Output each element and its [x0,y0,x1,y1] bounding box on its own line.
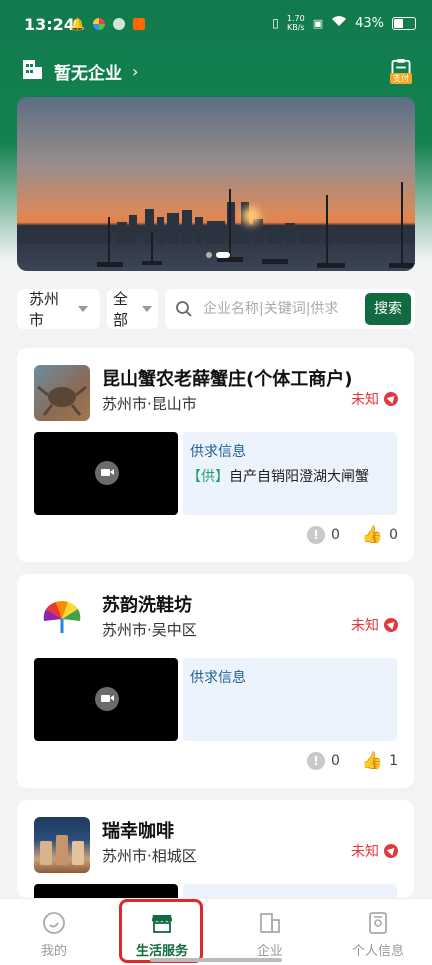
city-select-value: 苏州市 [29,290,60,329]
alert-icon[interactable]: ! [306,526,325,544]
building-icon [22,58,44,84]
company-name: 昆山蟹农老薛蟹庄(个体工商户) [102,369,353,390]
nav-label: 我的 [40,944,67,959]
filter-row: 苏州市 全部 搜索 [17,289,415,329]
thumbs-up-icon[interactable]: 👍 [362,751,383,771]
location-arrow-icon [384,844,398,858]
carousel-dot-active[interactable] [216,252,230,258]
alert-count: 0 [330,753,340,769]
company-avatar [34,591,90,647]
supply-demand-panel[interactable] [183,884,397,898]
company-title: 暂无企业 [54,63,122,84]
battery-icon [392,16,416,30]
status-time: 13:24 [24,15,75,34]
bell-icon: 🔔 [70,17,85,31]
company-avatar [34,817,90,873]
network-speed: 1.70 KB/s [286,14,305,32]
status-right: ▯ 1.70 KB/s ▣ 43% [272,14,416,32]
company-selector[interactable]: 暂无企业 › [22,56,138,86]
company-location: 苏州市·吴中区 [102,621,197,639]
search-input[interactable] [201,300,365,318]
sim-icon: ▣ [312,16,324,30]
nav-label: 企业 [256,944,283,959]
search-button[interactable]: 搜索 [365,293,411,325]
category-select[interactable]: 全部 [106,289,158,329]
chevron-right-icon: › [132,61,139,81]
supply-demand-title: 供求信息 [190,670,246,686]
app-icon-3 [132,18,145,30]
video-camera-icon [95,687,119,711]
company-avatar [34,365,90,421]
category-select-value: 全部 [112,290,128,329]
city-select[interactable]: 苏州市 [17,289,100,329]
location-arrow-icon [384,618,398,632]
building-icon [260,913,280,933]
thumbs-up-icon[interactable]: 👍 [362,525,383,545]
supply-demand-panel[interactable]: 供求信息 [183,658,397,741]
dropdown-arrow-icon [142,306,152,312]
selection-highlight [119,899,203,963]
company-card[interactable]: 昆山蟹农老薛蟹庄(个体工商户) 苏州市·昆山市 未知 供求信息 【供】自产自销阳… [17,348,414,562]
battery-percent: 43% [355,15,384,31]
skyline-image [17,182,415,268]
vibrate-icon: ▯ [272,16,279,30]
alert-icon[interactable]: ! [306,752,325,770]
pay-button[interactable]: 支付 [388,58,414,84]
company-location: 苏州市·相城区 [102,847,197,865]
app-icon-1 [92,18,105,30]
card-stats: ! 0 👍 1 [306,751,398,771]
home-indicator [150,958,282,962]
notification-icons: 🔔 [70,17,145,31]
search-icon [176,301,192,317]
status-text: 未知 [351,844,379,860]
pay-label: 支付 [390,73,412,84]
bottom-navigation: 我的 生活服务 企业 个人信息 [0,898,432,965]
like-count: 0 [389,527,398,543]
smile-icon [43,912,65,934]
banner-carousel[interactable] [17,97,415,271]
profile-doc-icon [369,912,387,934]
supply-text: 自产自销阳澄湖大闸蟹 [229,469,369,485]
dropdown-arrow-icon [77,306,88,312]
status-badge: 未知 [351,389,398,409]
nav-item-personal-info[interactable]: 个人信息 [324,899,432,965]
supply-tag: 【供】 [187,469,229,485]
sun [242,207,260,225]
company-card[interactable]: 瑞幸咖啡 苏州市·相城区 未知 [17,800,414,898]
video-thumbnail[interactable] [34,658,178,741]
search-bar: 搜索 [165,289,415,329]
location-arrow-icon [384,392,398,406]
video-thumbnail[interactable] [34,884,178,898]
like-count: 1 [389,753,398,769]
status-badge: 未知 [351,615,398,635]
nav-item-enterprise[interactable]: 企业 [216,899,324,965]
status-text: 未知 [351,618,379,634]
company-card[interactable]: 苏韵洗鞋坊 苏州市·吴中区 未知 供求信息 ! 0 👍 1 [17,574,414,788]
company-location: 苏州市·昆山市 [102,395,197,413]
status-badge: 未知 [351,841,398,861]
status-bar: 13:24 🔔 ▯ 1.70 KB/s ▣ 43% [0,0,432,52]
status-text: 未知 [351,392,379,408]
nav-item-mine[interactable]: 我的 [0,899,108,965]
supply-demand-title: 供求信息 [190,444,246,460]
company-name: 瑞幸咖啡 [102,821,174,842]
app-icon-2 [112,18,125,30]
supply-demand-panel[interactable]: 供求信息 【供】自产自销阳澄湖大闸蟹 [183,432,397,515]
nav-label: 个人信息 [351,944,404,959]
card-stats: ! 0 👍 0 [306,525,398,545]
video-thumbnail[interactable] [34,432,178,515]
video-camera-icon [95,461,119,485]
carousel-dot[interactable] [206,252,212,258]
carousel-indicator[interactable] [206,252,230,258]
supply-demand-item[interactable]: 【供】自产自销阳澄湖大闸蟹 [187,466,369,486]
alert-count: 0 [330,527,340,543]
wifi-icon [331,15,347,31]
company-name: 苏韵洗鞋坊 [102,595,192,616]
